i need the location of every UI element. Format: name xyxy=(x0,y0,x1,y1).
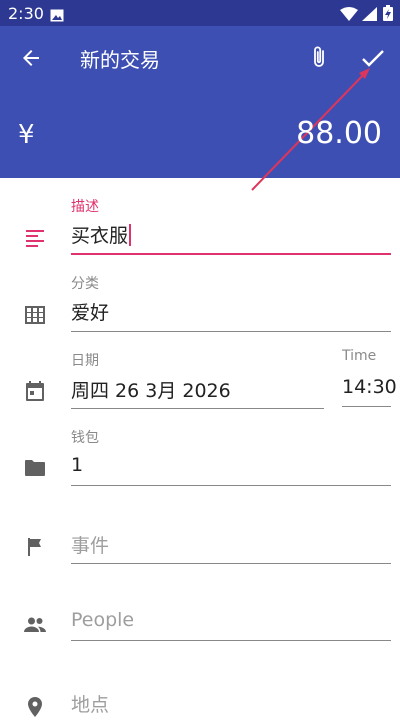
time-label: Time xyxy=(342,348,377,364)
notes-icon xyxy=(23,226,47,250)
signal-icon xyxy=(362,6,377,25)
description-value: 买衣服 xyxy=(71,225,129,247)
description-input[interactable]: 买衣服 xyxy=(71,221,132,248)
event-input[interactable]: 事件 xyxy=(71,531,109,558)
back-arrow-icon[interactable] xyxy=(19,46,43,70)
folder-icon xyxy=(23,456,47,480)
gallery-icon xyxy=(50,7,64,26)
wallet-underline xyxy=(71,485,391,486)
time-underline xyxy=(342,406,391,407)
people-underline xyxy=(71,640,391,641)
event-underline xyxy=(71,563,391,564)
flag-icon xyxy=(23,535,47,559)
description-underline xyxy=(71,253,391,255)
app-bar: 新的交易 ¥ 88.00 xyxy=(0,26,400,191)
date-underline xyxy=(71,408,324,409)
people-input[interactable]: People xyxy=(71,609,134,631)
date-label: 日期 xyxy=(71,353,99,369)
category-underline xyxy=(71,331,391,332)
battery-charging-icon xyxy=(383,5,393,25)
status-time: 2:30 xyxy=(8,4,44,23)
place-input[interactable]: 地点 xyxy=(71,690,109,717)
date-input[interactable]: 周四 26 3月 2026 xyxy=(71,376,231,403)
people-icon xyxy=(23,613,47,637)
amount-value[interactable]: 88.00 xyxy=(296,116,382,151)
description-label: 描述 xyxy=(71,199,99,215)
location-icon xyxy=(23,695,47,719)
page-title: 新的交易 xyxy=(80,48,160,72)
text-cursor xyxy=(129,224,132,246)
status-bar: 2:30 xyxy=(0,0,400,26)
time-input[interactable]: 14:30 xyxy=(342,376,397,398)
wallet-label: 钱包 xyxy=(71,430,99,446)
grid-icon xyxy=(23,303,47,327)
wifi-icon xyxy=(340,6,358,25)
calendar-icon xyxy=(23,379,47,403)
category-label: 分类 xyxy=(71,276,99,292)
wallet-input[interactable]: 1 xyxy=(71,454,83,476)
category-input[interactable]: 爱好 xyxy=(71,298,109,325)
currency-symbol: ¥ xyxy=(18,120,35,150)
